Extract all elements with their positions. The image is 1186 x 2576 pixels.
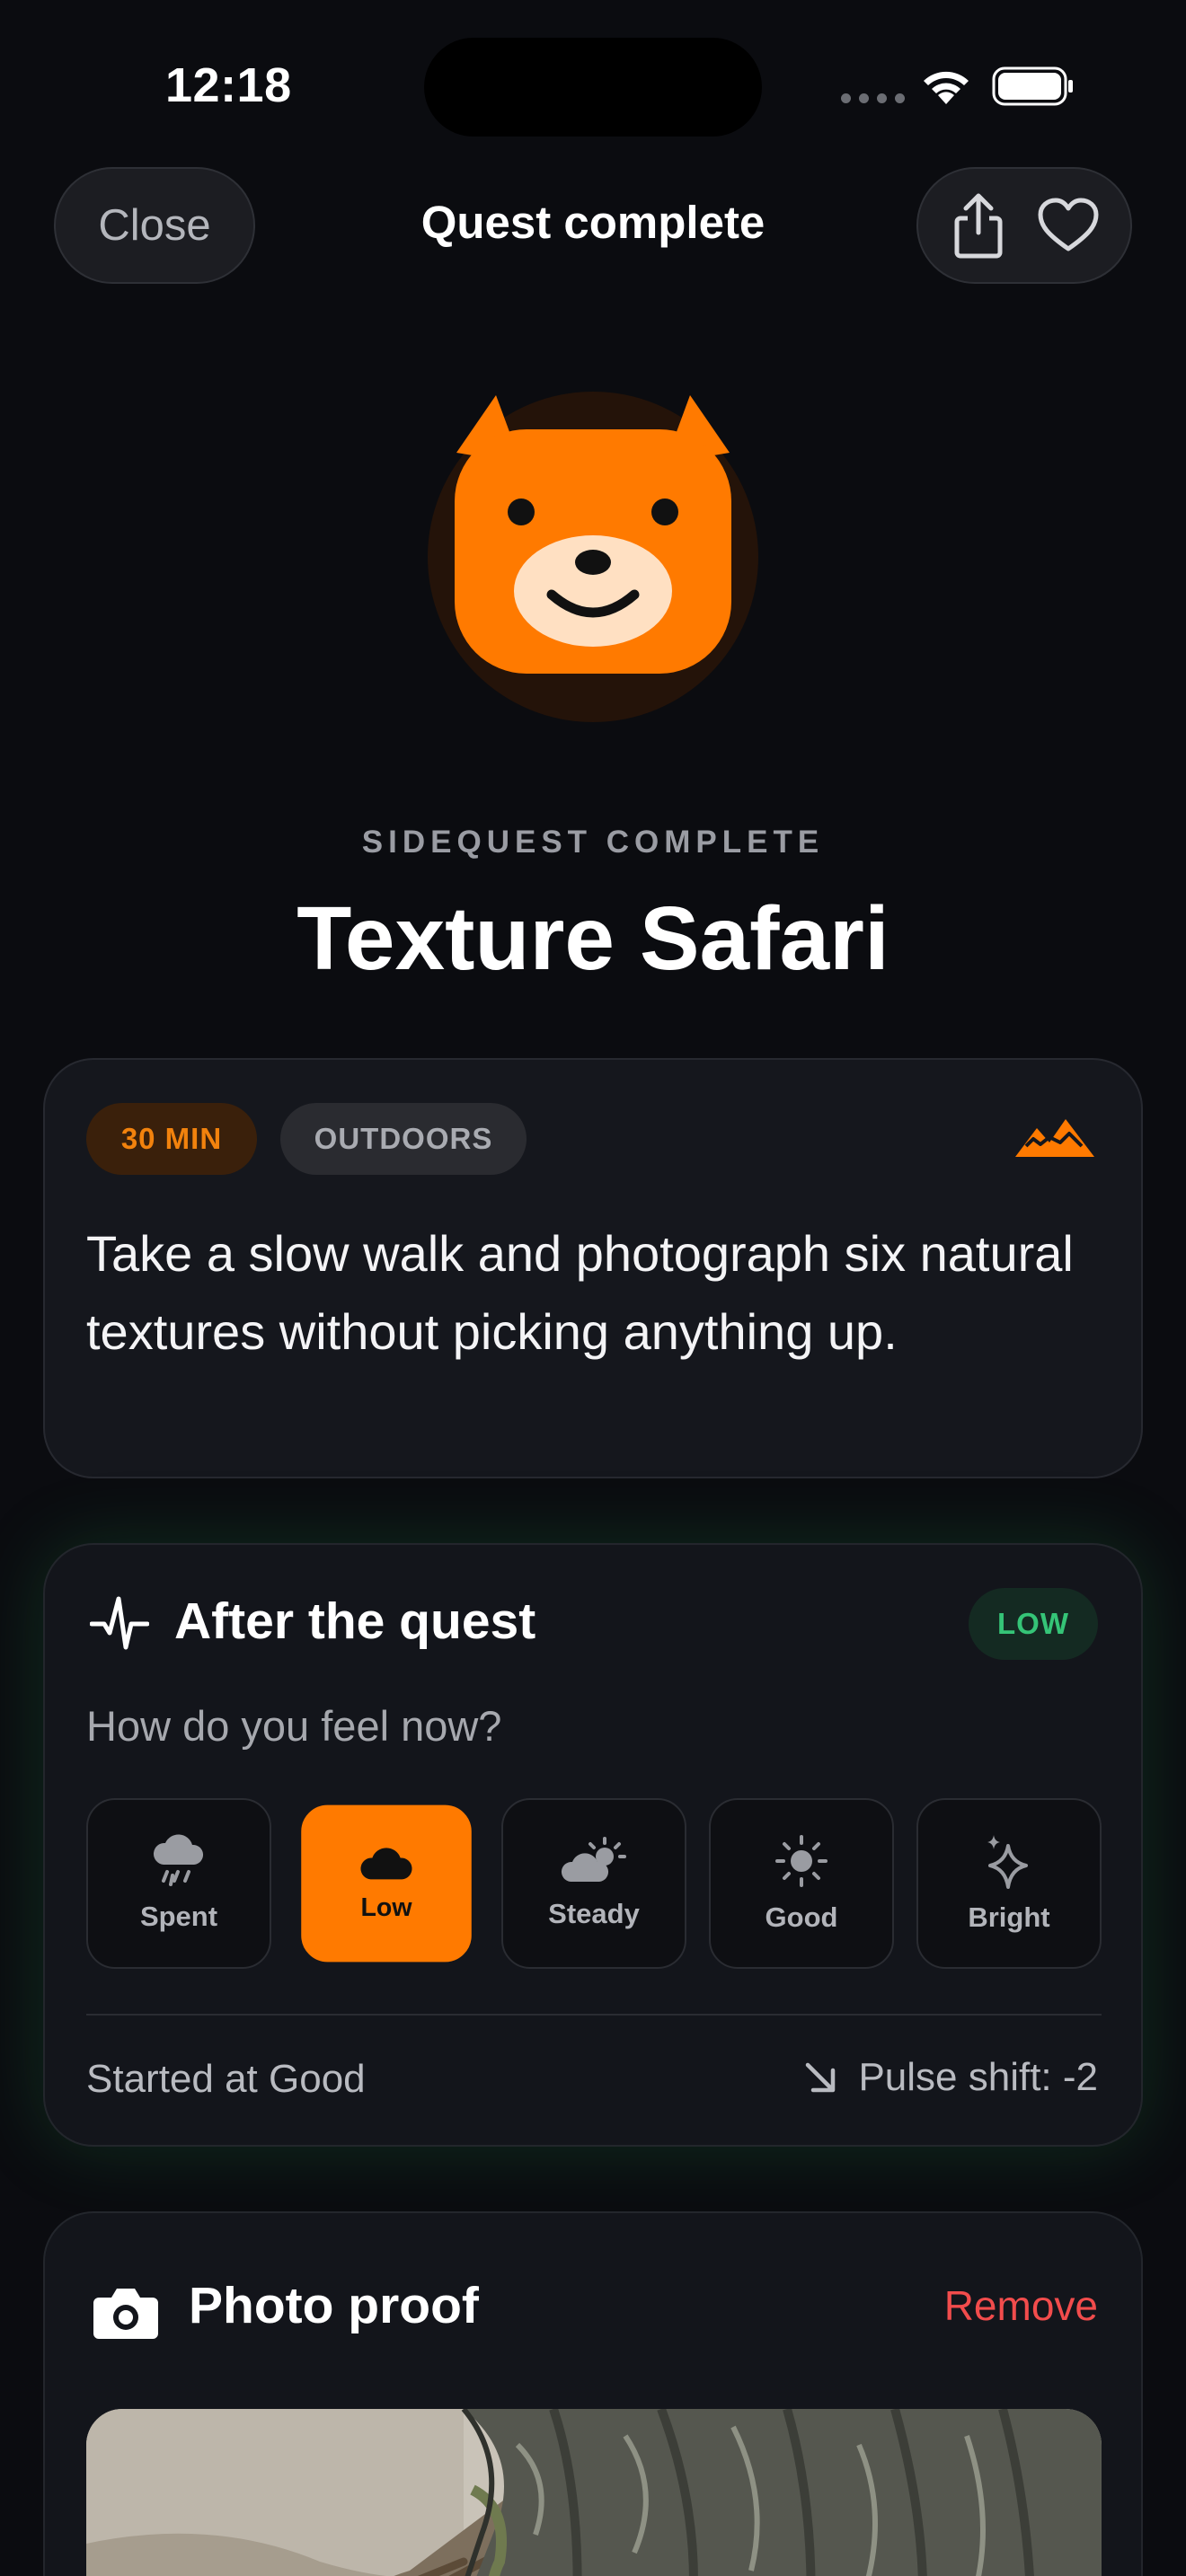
- share-icon[interactable]: [950, 191, 1007, 260]
- starting-mood-text: Started at Good: [86, 2057, 366, 2101]
- after-quest-heading: After the quest: [174, 1592, 536, 1650]
- heart-icon[interactable]: [1037, 197, 1100, 254]
- partly-sunny-icon: [561, 1837, 626, 1882]
- mountain-icon: [1015, 1119, 1094, 1157]
- cloud-icon: [360, 1848, 412, 1880]
- mood-options: Spent Low Steady Good Bright: [86, 1798, 1102, 1969]
- rain-cloud-icon: [153, 1834, 204, 1886]
- camera-icon: [93, 2289, 158, 2339]
- mood-question: How do you feel now?: [86, 1702, 502, 1750]
- sparkle-icon: [987, 1835, 1028, 1889]
- quest-description: Take a slow walk and photograph six natu…: [86, 1225, 1074, 1360]
- battery-icon: [992, 66, 1073, 106]
- mood-option-spent[interactable]: Spent: [86, 1798, 271, 1969]
- mood-option-label: Spent: [139, 1901, 218, 1932]
- quest-title: Texture Safari: [296, 888, 890, 989]
- location-chip: OUTDOORS: [280, 1103, 527, 1175]
- duration-chip: 30 MIN: [86, 1103, 257, 1175]
- pulse-shift-value: Pulse shift: -2: [858, 2055, 1098, 2099]
- photo-proof-card: Photo proof Remove: [43, 2211, 1143, 2576]
- photo-proof-heading: Photo proof: [189, 2277, 479, 2334]
- mood-option-bright[interactable]: Bright: [916, 1798, 1102, 1969]
- dynamic-island: [424, 38, 762, 137]
- mood-option-good[interactable]: Good: [709, 1798, 894, 1969]
- mood-option-label: Steady: [548, 1898, 640, 1929]
- status-time: 12:18: [165, 58, 292, 112]
- nav-action-group: [916, 167, 1132, 284]
- after-quest-card: After the quest LOW How do you feel now?…: [43, 1543, 1143, 2147]
- wifi-icon: [924, 71, 969, 104]
- proof-photo-tree-bark[interactable]: [86, 2409, 1102, 2576]
- remove-photo-button[interactable]: Remove: [944, 2281, 1098, 2330]
- cellular-signal-icon: [841, 93, 905, 103]
- fox-mascot-avatar: [428, 392, 758, 722]
- mood-option-steady[interactable]: Steady: [501, 1798, 686, 1969]
- pulse-icon: [90, 1596, 149, 1650]
- arrow-down-right-icon: [806, 2062, 836, 2093]
- mood-option-label: Low: [360, 1892, 412, 1922]
- mood-option-label: Bright: [968, 1901, 1050, 1933]
- sun-icon: [775, 1835, 828, 1887]
- mood-status-badge: LOW: [969, 1588, 1098, 1660]
- quest-card: 30 MIN OUTDOORS Take a slow walk and pho…: [43, 1058, 1143, 1478]
- completion-eyebrow: SIDEQUEST COMPLETE: [361, 825, 825, 860]
- pulse-shift: Pulse shift: -2: [802, 2055, 1098, 2100]
- divider: [86, 2014, 1102, 2016]
- mood-option-low[interactable]: Low: [301, 1804, 472, 1963]
- mood-option-label: Good: [765, 1901, 838, 1933]
